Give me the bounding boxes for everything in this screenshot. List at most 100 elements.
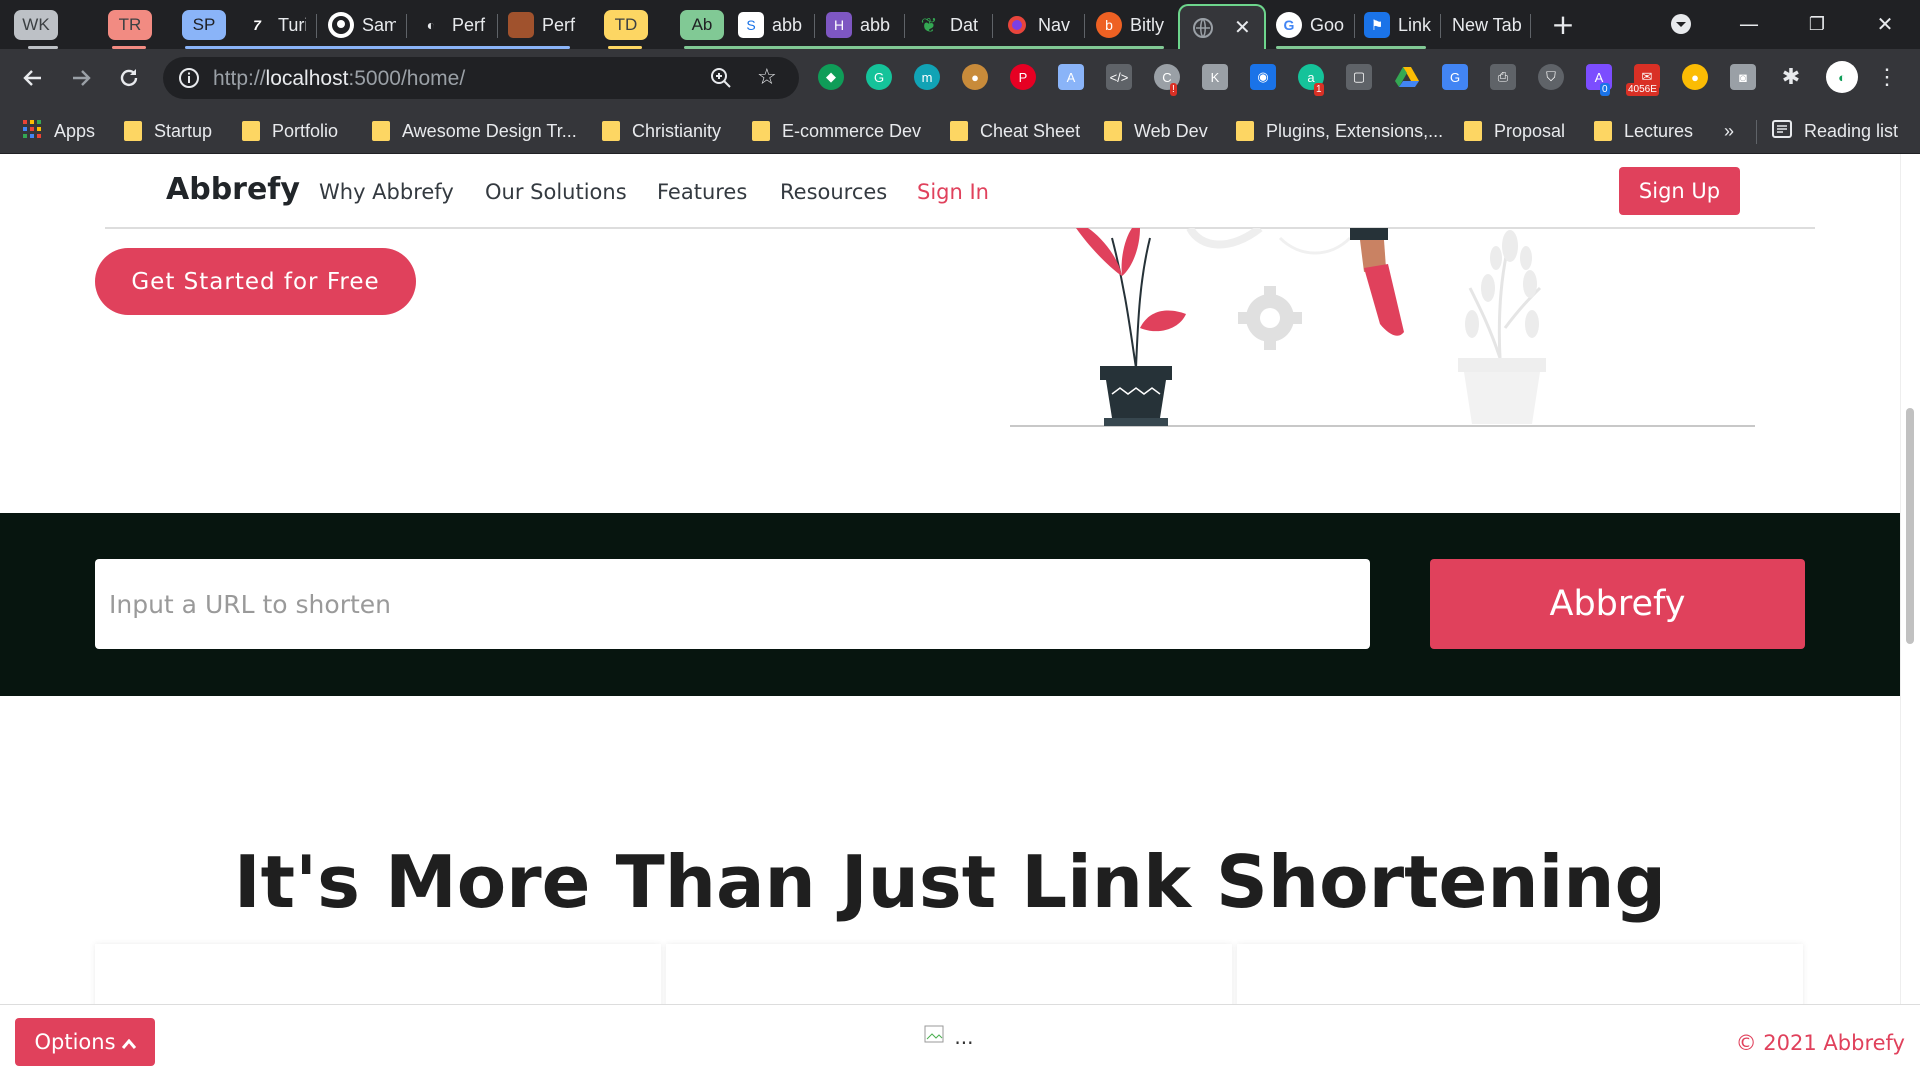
minimize-icon[interactable]: — bbox=[1724, 6, 1774, 42]
tab-label: Dat bbox=[950, 14, 979, 35]
bookmark-folder-lectures[interactable]: Lectures bbox=[1594, 118, 1693, 144]
bookmark-label: E-commerce Dev bbox=[782, 120, 922, 141]
extension-k-icon[interactable]: K bbox=[1202, 64, 1228, 90]
tab-group-chip: Ab bbox=[680, 10, 724, 40]
extension-badge: 0 bbox=[1600, 83, 1610, 96]
tab-group-chip: SP bbox=[182, 10, 226, 40]
bookmark-folder-portfolio[interactable]: Portfolio bbox=[242, 118, 338, 144]
tab-label: Turi bbox=[278, 14, 306, 35]
tab-group-sp[interactable]: SP bbox=[182, 8, 242, 42]
bookmark-folder-plugins[interactable]: Plugins, Extensions,... bbox=[1236, 118, 1443, 144]
google-icon: G bbox=[1276, 12, 1302, 38]
fixed-footer: Options ... © 2021 Abbrefy bbox=[0, 1004, 1920, 1080]
tab-perf-2[interactable]: Perf bbox=[508, 8, 576, 42]
tab-group-ab[interactable]: Ab bbox=[680, 8, 740, 42]
reading-list[interactable]: Reading list bbox=[1772, 118, 1898, 144]
tab-label: Perf bbox=[452, 14, 486, 35]
tab-turi[interactable]: 7 Turi bbox=[244, 8, 306, 42]
broken-image: ... bbox=[924, 1025, 973, 1049]
new-tab-plus-icon[interactable]: + bbox=[1538, 6, 1588, 42]
bookmark-folder-startup[interactable]: Startup bbox=[124, 118, 212, 144]
tab-separator bbox=[497, 14, 498, 38]
extension-a-icon[interactable]: A bbox=[1058, 64, 1084, 90]
site-logo[interactable]: Abbrefy bbox=[166, 172, 300, 207]
extension-square-icon[interactable]: ▢ bbox=[1346, 64, 1372, 90]
reload-icon[interactable] bbox=[112, 61, 146, 95]
google-drive-icon[interactable] bbox=[1394, 64, 1420, 90]
tab-google[interactable]: G Goo bbox=[1276, 8, 1346, 42]
tab-bitly[interactable]: b Bitly bbox=[1096, 8, 1172, 42]
globe-icon bbox=[1190, 15, 1216, 41]
tab-group-chip: TR bbox=[108, 10, 152, 40]
tab-data[interactable]: ❦ Dat bbox=[916, 8, 984, 42]
bookmark-folder-christianity[interactable]: Christianity bbox=[602, 118, 721, 144]
nav-sign-in[interactable]: Sign In bbox=[917, 180, 989, 204]
location-pin-icon[interactable]: ◉ bbox=[1250, 64, 1276, 90]
scrollbar-thumb[interactable] bbox=[1906, 408, 1914, 644]
tab-abb-1[interactable]: S abb bbox=[738, 8, 808, 42]
bookmark-folder-cheat-sheet[interactable]: Cheat Sheet bbox=[950, 118, 1080, 144]
bookmark-star-icon[interactable]: ☆ bbox=[757, 65, 777, 90]
info-icon[interactable] bbox=[177, 66, 201, 94]
google-translate-icon[interactable]: G bbox=[1442, 64, 1468, 90]
abbrefy-button[interactable]: Abbrefy bbox=[1430, 559, 1805, 649]
profile-avatar[interactable]: ◐ bbox=[1826, 61, 1858, 93]
close-window-icon[interactable]: ✕ bbox=[1860, 6, 1910, 42]
tab-abb-2[interactable]: H abb bbox=[826, 8, 896, 42]
tab-separator bbox=[1354, 14, 1355, 38]
close-tab-icon[interactable]: ✕ bbox=[1234, 15, 1251, 40]
printer-icon[interactable]: ⎙ bbox=[1490, 64, 1516, 90]
url-scheme: http:// bbox=[213, 67, 266, 90]
cookie-icon[interactable]: ● bbox=[962, 64, 988, 90]
nav-why-abbrefy[interactable]: Why Abbrefy bbox=[319, 180, 454, 204]
tab-search-icon[interactable] bbox=[1656, 6, 1706, 42]
zoom-icon[interactable] bbox=[709, 66, 733, 94]
sign-up-button[interactable]: Sign Up bbox=[1619, 167, 1740, 215]
extensions-puzzle-icon[interactable]: ✱ bbox=[1778, 64, 1804, 90]
tab-new-tab[interactable]: New Tab bbox=[1452, 8, 1532, 42]
url-input[interactable] bbox=[95, 559, 1370, 649]
tab-nav[interactable]: Nav bbox=[1004, 8, 1076, 42]
extension-badge: ! bbox=[1170, 83, 1177, 96]
bookmark-folder-ecommerce[interactable]: E-commerce Dev bbox=[752, 118, 921, 144]
bookmark-apps[interactable]: Apps bbox=[22, 118, 95, 144]
address-bar[interactable]: http://localhost:5000/home/ ☆ bbox=[163, 57, 799, 99]
tab-group-wk[interactable]: WK bbox=[14, 8, 74, 42]
firefox-icon bbox=[1004, 12, 1030, 38]
tab-perf-1[interactable]: ◐ Perf bbox=[418, 8, 486, 42]
bookmark-folder-proposal[interactable]: Proposal bbox=[1464, 118, 1565, 144]
bookmark-label: Proposal bbox=[1494, 120, 1566, 141]
back-icon[interactable] bbox=[16, 61, 50, 95]
restore-icon[interactable]: ❐ bbox=[1792, 6, 1842, 42]
code-icon[interactable]: </> bbox=[1106, 64, 1132, 90]
forward-icon[interactable] bbox=[64, 61, 98, 95]
extension-orange-icon[interactable]: ● bbox=[1682, 64, 1708, 90]
tab-separator bbox=[1084, 14, 1085, 38]
page-viewport: Abbrefy Why Abbrefy Our Solutions Featur… bbox=[0, 154, 1920, 1080]
bookmark-label: Christianity bbox=[632, 120, 722, 141]
nav-features[interactable]: Features bbox=[657, 180, 747, 204]
bookmark-folder-web-dev[interactable]: Web Dev bbox=[1104, 118, 1208, 144]
camera-icon[interactable]: ◙ bbox=[1730, 64, 1756, 90]
nav-resources[interactable]: Resources bbox=[780, 180, 887, 204]
app-icon: 7 bbox=[253, 17, 261, 33]
grammarly-icon[interactable]: G bbox=[866, 64, 892, 90]
extension-colorful-icon[interactable]: ◆ bbox=[818, 64, 844, 90]
document-icon: S bbox=[738, 12, 764, 38]
tab-link[interactable]: ⚑ Link bbox=[1364, 8, 1432, 42]
get-started-button[interactable]: Get Started for Free bbox=[95, 248, 416, 315]
menu-kebab-icon[interactable]: ⋮ bbox=[1874, 64, 1900, 90]
more-bookmarks-chevron-icon[interactable]: » bbox=[1724, 118, 1734, 144]
bookmark-folder-awesome-design[interactable]: Awesome Design Tr... bbox=[372, 118, 577, 144]
shield-icon[interactable]: ⛉ bbox=[1538, 64, 1564, 90]
tab-github[interactable]: Sam bbox=[328, 8, 396, 42]
tab-label: abb bbox=[772, 14, 803, 35]
tab-active-localhost[interactable]: ✕ bbox=[1178, 4, 1266, 49]
tab-group-td[interactable]: TD bbox=[604, 8, 664, 42]
tab-group-tr[interactable]: TR bbox=[108, 8, 168, 42]
pinterest-icon[interactable]: P bbox=[1010, 64, 1036, 90]
nav-our-solutions[interactable]: Our Solutions bbox=[485, 180, 627, 204]
folder-icon bbox=[1594, 121, 1612, 141]
options-button[interactable]: Options bbox=[15, 1018, 155, 1066]
extension-m-icon[interactable]: m bbox=[914, 64, 940, 90]
